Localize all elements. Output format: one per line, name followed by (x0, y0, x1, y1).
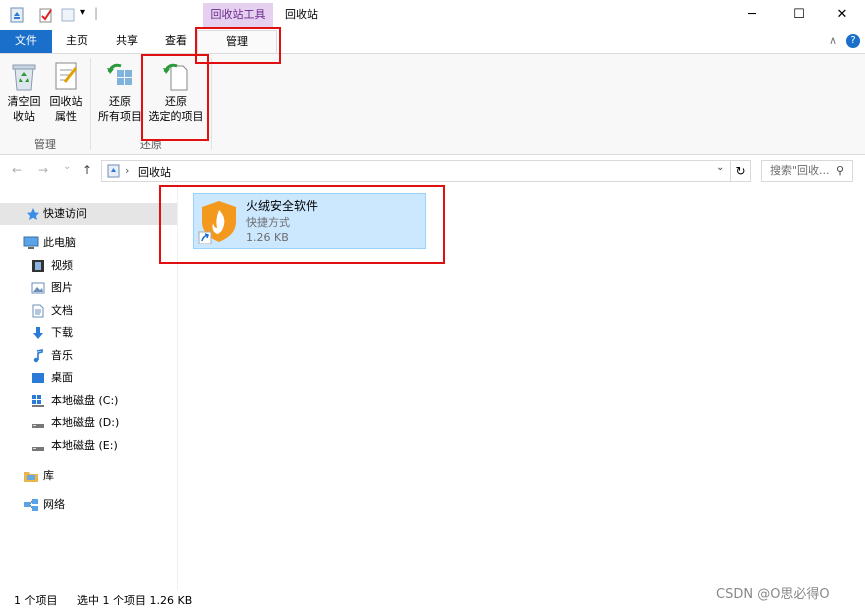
nav-label: 本地磁盘 (D:) (51, 416, 120, 429)
drive-icon (31, 439, 45, 453)
address-bar[interactable]: › 回收站 ⌄ (101, 160, 731, 182)
item-count: 1 个项目 (14, 594, 58, 607)
restore-all-icon (107, 63, 132, 85)
nav-label: 图片 (51, 281, 73, 294)
recycle-bin-properties-button[interactable]: 回收站 属性 (46, 60, 86, 124)
address-row: ← → ⌄ ↑ › 回收站 ⌄ ↻ 搜索"回收... ⚲ (0, 156, 865, 186)
desktop-icon (31, 371, 45, 385)
ribbon-group-separator (211, 58, 212, 150)
close-button[interactable]: ✕ (819, 0, 865, 30)
nav-label: 此电脑 (43, 236, 76, 249)
breadcrumb-separator[interactable]: › (125, 164, 129, 177)
empty-recycle-bin-button[interactable]: 清空回 收站 (4, 60, 44, 124)
tab-file[interactable]: 文件 (0, 30, 52, 53)
nav-label: 库 (43, 469, 54, 482)
new-folder-icon[interactable] (60, 7, 76, 23)
recycle-bin-icon[interactable] (9, 7, 25, 23)
ribbon: 清空回 收站 回收站 属性 管理 还原 所有项目 还原 选定的项目 还原 (0, 53, 865, 155)
tab-view[interactable]: 查看 (152, 30, 200, 53)
nav-item-downloads[interactable]: 下载 (0, 322, 177, 344)
properties-icon[interactable] (38, 7, 54, 23)
ribbon-tabs: 文件 主页 共享 查看 管理 ∧ ? (0, 30, 865, 54)
selection-info: 选中 1 个项目 1.26 KB (77, 594, 193, 607)
nav-label: 本地磁盘 (C:) (51, 394, 119, 407)
drive-icon (31, 416, 45, 430)
watermark: CSDN @O思必得O (716, 587, 830, 602)
search-icon: ⚲ (836, 164, 845, 177)
nav-item-libraries[interactable]: 库 (0, 465, 177, 487)
film-icon (31, 259, 45, 273)
up-button[interactable]: ↑ (82, 163, 92, 177)
forward-button[interactable]: → (38, 163, 48, 177)
computer-icon (23, 236, 39, 250)
picture-icon (31, 281, 45, 295)
navigation-pane: 快速访问 此电脑 视频 图片 文档 下载 音乐 桌面 本地磁盘 (C:) 本地磁… (0, 186, 178, 590)
download-arrow-icon (31, 326, 45, 340)
nav-item-documents[interactable]: 文档 (0, 300, 177, 322)
nav-item-quick-access[interactable]: 快速访问 (0, 203, 177, 225)
ribbon-group-separator (90, 58, 91, 150)
nav-item-network[interactable]: 网络 (0, 494, 177, 516)
empty-bin-label-1: 清空回 (7, 95, 41, 108)
library-icon (23, 469, 38, 483)
network-icon (23, 498, 38, 512)
properties-sheet-icon (55, 62, 78, 90)
document-icon (31, 304, 45, 318)
customize-qat-dropdown[interactable]: ▾ (80, 7, 85, 18)
bin-props-label-2: 属性 (55, 110, 77, 123)
tab-share[interactable]: 共享 (102, 30, 152, 53)
windows-drive-icon (31, 394, 45, 408)
bin-props-label-1: 回收站 (49, 95, 83, 108)
nav-label: 视频 (51, 259, 73, 272)
nav-item-drive-d[interactable]: 本地磁盘 (D:) (0, 412, 177, 434)
qat-separator: | (94, 6, 99, 20)
nav-label: 快速访问 (43, 207, 87, 220)
group-label-manage: 管理 (34, 138, 56, 151)
star-icon (26, 207, 40, 221)
tab-home[interactable]: 主页 (52, 30, 102, 53)
minimize-button[interactable]: ─ (729, 0, 775, 30)
address-dropdown[interactable]: ⌄ (716, 162, 724, 173)
nav-item-drive-e[interactable]: 本地磁盘 (E:) (0, 435, 177, 457)
nav-item-pictures[interactable]: 图片 (0, 277, 177, 299)
title-bar: ▾ | 回收站工具 回收站 ─ ☐ ✕ (0, 0, 865, 30)
nav-label: 桌面 (51, 371, 73, 384)
nav-item-music[interactable]: 音乐 (0, 345, 177, 367)
nav-label: 文档 (51, 304, 73, 317)
nav-item-drive-c[interactable]: 本地磁盘 (C:) (0, 390, 177, 412)
maximize-button[interactable]: ☐ (776, 0, 822, 30)
recycle-bin-tools-label: 回收站工具 (203, 3, 273, 27)
empty-bin-label-2: 收站 (13, 110, 35, 123)
nav-label: 音乐 (51, 349, 73, 362)
restore-all-items-button[interactable]: 还原 所有项目 (94, 60, 146, 124)
status-bar: 1 个项目 选中 1 个项目 1.26 KB CSDN @O思必得O (0, 587, 865, 612)
help-icon[interactable]: ? (846, 34, 860, 48)
recent-locations-dropdown[interactable]: ⌄ (63, 161, 71, 172)
nav-label: 网络 (43, 498, 65, 511)
search-input[interactable]: 搜索"回收... ⚲ (761, 160, 853, 182)
nav-item-this-pc[interactable]: 此电脑 (0, 232, 177, 254)
back-button[interactable]: ← (12, 163, 22, 177)
recycle-bin-small-icon (107, 164, 120, 181)
nav-label: 下载 (51, 326, 73, 339)
breadcrumb-recycle-bin[interactable]: 回收站 (138, 164, 171, 180)
window-title: 回收站 (285, 8, 318, 21)
annotation-box-restore-selected (141, 54, 209, 141)
nav-label: 本地磁盘 (E:) (51, 439, 118, 452)
nav-item-desktop[interactable]: 桌面 (0, 367, 177, 389)
restore-all-label-1: 还原 (109, 95, 131, 108)
refresh-button[interactable]: ↻ (731, 160, 751, 182)
restore-all-label-2: 所有项目 (98, 110, 142, 123)
music-note-icon (31, 349, 45, 363)
annotation-box-file-item (159, 185, 445, 264)
search-placeholder: 搜索"回收... (770, 164, 830, 177)
collapse-ribbon-icon[interactable]: ∧ (829, 34, 837, 47)
nav-item-videos[interactable]: 视频 (0, 255, 177, 277)
empty-bin-icon (12, 64, 36, 91)
